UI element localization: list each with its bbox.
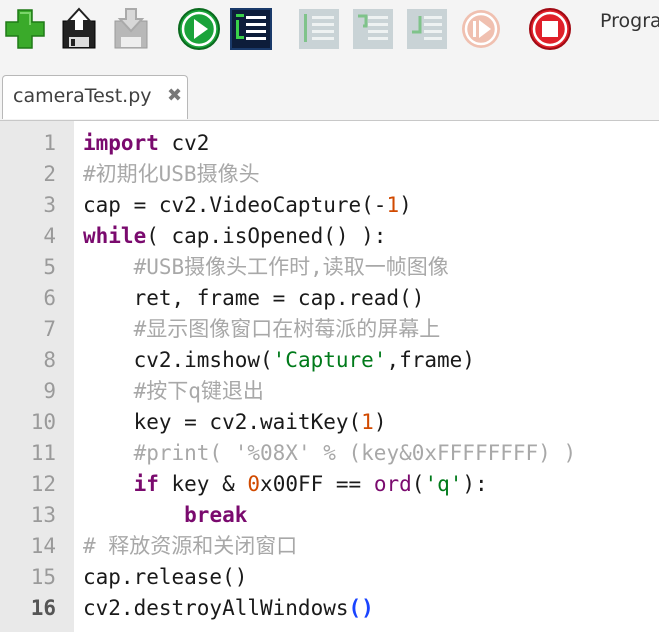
code-line[interactable]: #print( '%08X' % (key&0xFFFFFFFF) ) xyxy=(83,438,577,469)
resume-icon xyxy=(462,10,500,48)
tab-cameratest[interactable]: cameraTest.py ✖ xyxy=(2,75,188,119)
code-line[interactable]: #按下q键退出 xyxy=(83,376,264,407)
code-token: #按下q键退出 xyxy=(133,379,264,403)
stop-icon xyxy=(529,8,571,50)
run-button[interactable] xyxy=(176,6,222,52)
save-file-icon xyxy=(114,8,148,49)
code-token: key = cv2.waitKey( xyxy=(83,410,362,434)
code-token: if xyxy=(133,472,159,496)
code-token: cap = cv2.VideoCapture(- xyxy=(83,193,387,217)
code-token: ( xyxy=(411,472,425,496)
code-line[interactable]: cap.release() xyxy=(83,562,247,593)
line-number: 11 xyxy=(30,441,56,465)
code-line[interactable]: #USB摄像头工作时,读取一帧图像 xyxy=(83,252,449,283)
program-label: Progra xyxy=(600,10,659,32)
step-out-button[interactable] xyxy=(404,6,450,52)
code-token: 'Capture' xyxy=(272,348,387,372)
play-icon xyxy=(178,8,220,50)
code-token: cv2.destroyAllWindows xyxy=(83,596,349,620)
code-token: cap.release() xyxy=(83,565,248,589)
new-button[interactable] xyxy=(2,6,48,52)
code-line[interactable]: while( cap.isOpened() ): xyxy=(83,221,386,252)
editor-tab-bar: cameraTest.py ✖ xyxy=(0,62,659,121)
code-line[interactable]: break xyxy=(83,500,247,531)
resume-button[interactable] xyxy=(458,6,504,52)
code-token: #显示图像窗口在树莓派的屏幕上 xyxy=(133,317,441,341)
code-token: ret, frame = cap.read() xyxy=(83,286,425,310)
line-number: 7 xyxy=(43,317,56,341)
code-token: import xyxy=(83,131,159,155)
step-into-icon xyxy=(353,9,393,49)
code-token: #print( '%08X' % (key&0xFFFFFFFF) ) xyxy=(133,441,577,465)
line-number: 2 xyxy=(43,162,56,186)
step-over-button[interactable] xyxy=(296,6,342,52)
code-token: ): xyxy=(462,472,488,496)
code-line[interactable]: # 释放资源和关闭窗口 xyxy=(83,531,297,562)
code-token: cv2.imshow( xyxy=(83,348,273,372)
code-line[interactable]: import cv2 xyxy=(83,128,209,159)
code-line[interactable]: if key & 0x00FF == ord('q'): xyxy=(83,469,488,500)
code-token: ) xyxy=(399,193,412,217)
code-token: #USB摄像头工作时,读取一帧图像 xyxy=(133,255,449,279)
save-button[interactable] xyxy=(108,6,154,52)
code-token: 0 xyxy=(247,472,261,496)
close-icon[interactable]: ✖ xyxy=(167,85,182,106)
code-token: key & xyxy=(158,472,248,496)
step-out-icon xyxy=(407,9,447,49)
code-line[interactable]: ret, frame = cap.read() xyxy=(83,283,425,314)
code-line[interactable]: cv2.imshow('Capture',frame) xyxy=(83,345,475,376)
line-number: 1 xyxy=(43,131,56,155)
line-number: 4 xyxy=(43,224,56,248)
debug-icon xyxy=(230,8,272,50)
line-number: 15 xyxy=(30,565,56,589)
code-token: 1 xyxy=(386,193,400,217)
thonny-editor-window: Progra cameraTest.py ✖ 1 2 3 4 5 6 7 8 9 10 11 12 13… xyxy=(0,0,659,632)
line-number: 14 xyxy=(30,534,56,558)
step-over-icon xyxy=(299,9,339,49)
line-number: 8 xyxy=(43,348,56,372)
step-into-button[interactable] xyxy=(350,6,396,52)
code-token: #初期化USB摄像头 xyxy=(83,162,260,186)
line-number: 6 xyxy=(43,286,56,310)
line-number: 12 xyxy=(30,472,56,496)
line-number-gutter: 1 2 3 4 5 6 7 8 9 10 11 12 13 14 15 16 xyxy=(0,121,74,632)
code-token: 1 xyxy=(361,410,374,434)
line-number: 16 xyxy=(30,596,56,620)
code-token: x00FF == xyxy=(260,472,374,496)
code-line[interactable]: key = cv2.waitKey(1) xyxy=(83,407,387,438)
code-token: while xyxy=(83,224,147,248)
code-editor[interactable]: 1 2 3 4 5 6 7 8 9 10 11 12 13 14 15 16 import cv2 #初期化US… xyxy=(0,121,659,632)
line-number: 5 xyxy=(43,255,56,279)
line-number: 9 xyxy=(43,379,56,403)
code-token: 'q' xyxy=(424,472,463,496)
tab-label: cameraTest.py xyxy=(13,85,152,107)
debug-button[interactable] xyxy=(228,6,274,52)
code-line[interactable]: #显示图像窗口在树莓派的屏幕上 xyxy=(83,314,441,345)
code-token: cv2 xyxy=(158,131,210,155)
code-token: ( cap.isOpened() ): xyxy=(146,224,387,248)
code-token: ord xyxy=(373,472,412,496)
code-line[interactable]: #初期化USB摄像头 xyxy=(83,159,260,190)
code-token: ) xyxy=(373,410,387,434)
load-button[interactable] xyxy=(56,6,102,52)
code-token: break xyxy=(184,503,248,527)
plus-icon xyxy=(5,9,45,49)
code-token: () xyxy=(348,596,374,620)
toolbar: Progra xyxy=(0,0,659,62)
line-number: 13 xyxy=(30,503,56,527)
load-file-icon xyxy=(62,7,96,49)
code-line[interactable]: cv2.destroyAllWindows() xyxy=(83,593,374,624)
code-token: ,frame) xyxy=(386,348,475,372)
line-number: 10 xyxy=(30,410,56,434)
line-number: 3 xyxy=(43,193,56,217)
code-token: # 释放资源和关闭窗口 xyxy=(83,534,298,558)
code-line[interactable]: cap = cv2.VideoCapture(-1) xyxy=(83,190,412,221)
stop-button[interactable] xyxy=(527,6,573,52)
